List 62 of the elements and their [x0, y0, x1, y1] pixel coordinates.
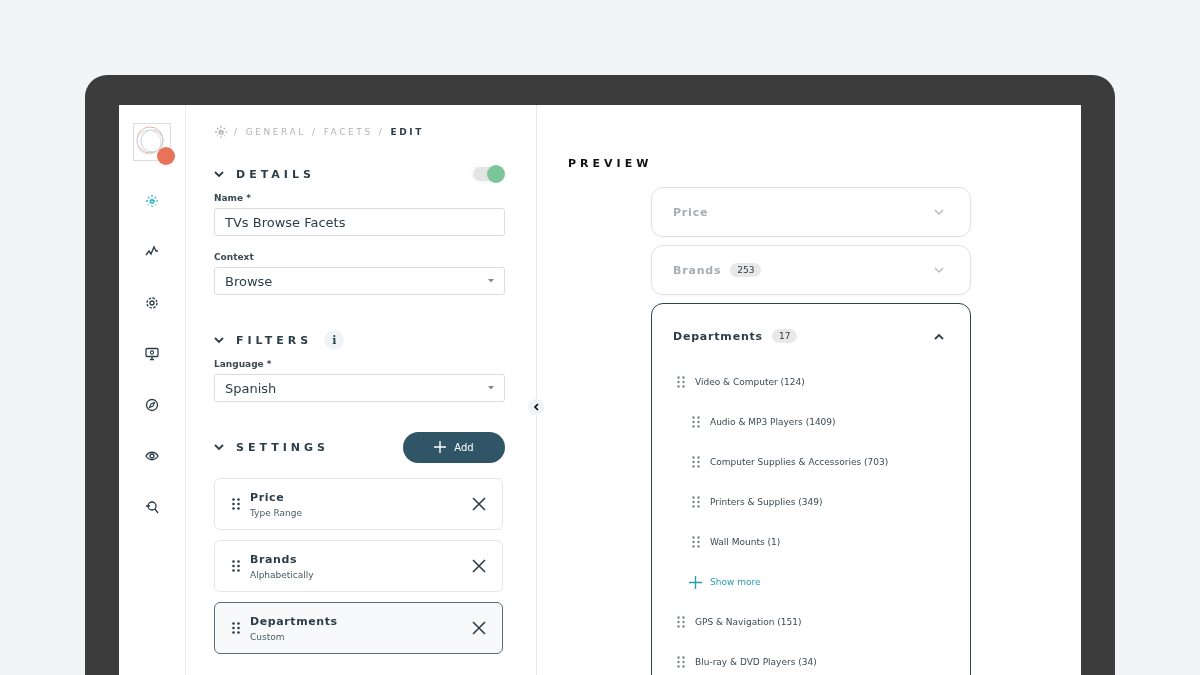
- facet-setting-card[interactable]: Departments Custom: [214, 602, 503, 654]
- preview-title: PREVIEW: [568, 157, 654, 170]
- category-item[interactable]: Printers & Supplies (349): [710, 497, 823, 507]
- close-icon: [472, 497, 486, 511]
- chevron-icon[interactable]: [214, 443, 224, 451]
- category-item[interactable]: Video & Computer (124): [695, 377, 805, 387]
- breadcrumb-separator: /: [312, 127, 318, 137]
- drag-handle-icon[interactable]: [232, 622, 240, 634]
- category-item[interactable]: Blu-ray & DVD Players (34): [695, 657, 817, 667]
- field-label: Name *: [214, 193, 252, 203]
- chevron-icon[interactable]: [934, 332, 944, 340]
- breadcrumb-separator: /: [378, 127, 385, 137]
- card-subtitle: Type Range: [250, 507, 303, 518]
- category-item[interactable]: Computer Supplies & Accessories (703): [710, 457, 889, 467]
- count-badge: 253: [730, 263, 762, 277]
- close-icon: [472, 621, 486, 635]
- breadcrumb-current: EDIT: [390, 127, 424, 137]
- add-button[interactable]: Add: [403, 431, 505, 463]
- drag-handle-icon[interactable]: [232, 498, 240, 510]
- facet-title[interactable]: Departments: [673, 329, 763, 343]
- facet-setting-card[interactable]: Price Type Range: [214, 478, 503, 530]
- card-title: Brands: [250, 552, 299, 566]
- plus-icon: [434, 441, 447, 453]
- count-badge: 17: [771, 329, 798, 343]
- caret-icon: [488, 279, 494, 283]
- drag-handle-icon[interactable]: [692, 536, 700, 548]
- chevron-left-icon: [533, 403, 539, 411]
- card-title: Price: [250, 490, 286, 504]
- field-label: Language *: [214, 359, 273, 369]
- section-title: FILTERS: [236, 333, 313, 347]
- input-field[interactable]: TVs Browse Facets: [214, 208, 505, 236]
- close-button[interactable]: [472, 559, 486, 573]
- chevron-icon[interactable]: [214, 170, 224, 178]
- drag-handle-icon[interactable]: [677, 376, 685, 388]
- chevron-icon[interactable]: [214, 336, 224, 344]
- drag-handle-icon[interactable]: [692, 456, 700, 468]
- drag-handle-icon[interactable]: [692, 496, 700, 508]
- close-button[interactable]: [472, 621, 486, 635]
- category-item[interactable]: GPS & Navigation (151): [695, 617, 802, 627]
- info-icon[interactable]: i: [324, 330, 345, 350]
- caret-icon: [488, 386, 494, 390]
- facet-setting-card[interactable]: Brands Alphabetically: [214, 540, 503, 592]
- plus-icon: [689, 575, 702, 589]
- collapse-button[interactable]: [528, 399, 544, 415]
- card-title: Departments: [250, 614, 338, 628]
- section-title: SETTINGS: [236, 440, 329, 454]
- field-label: Context: [214, 252, 255, 262]
- drag-handle-icon[interactable]: [692, 416, 700, 428]
- card-subtitle: Custom: [250, 631, 286, 642]
- toggle-switch[interactable]: [473, 167, 503, 181]
- section-title: DETAILS: [236, 167, 315, 181]
- dropdown-field[interactable]: Browse: [214, 267, 505, 295]
- close-icon: [472, 559, 486, 573]
- close-button[interactable]: [472, 497, 486, 511]
- drag-handle-icon[interactable]: [677, 616, 685, 628]
- drag-handle-icon[interactable]: [232, 560, 240, 572]
- card-subtitle: Alphabetically: [250, 569, 314, 580]
- drag-handle-icon[interactable]: [677, 656, 685, 668]
- category-item[interactable]: Wall Mounts (1): [710, 537, 781, 547]
- dropdown-field[interactable]: Spanish: [214, 374, 505, 402]
- breadcrumb-separator: /: [234, 127, 240, 137]
- category-item[interactable]: Audio & MP3 Players (1409): [710, 417, 836, 427]
